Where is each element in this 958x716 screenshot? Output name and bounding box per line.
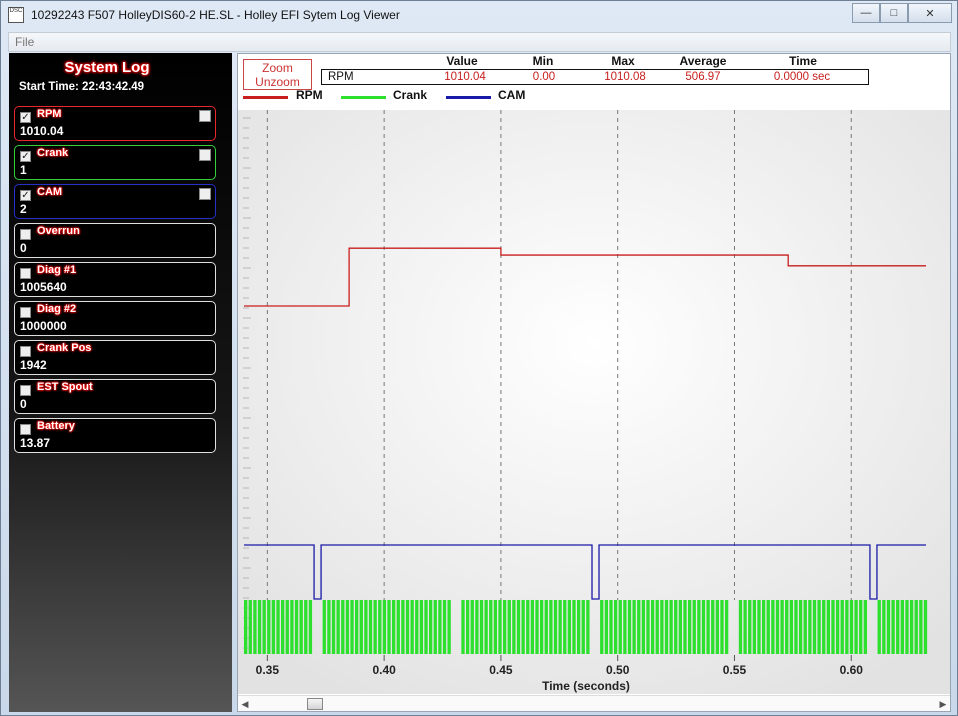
x-axis-label: Time (seconds) — [542, 679, 630, 693]
legend-rpm-swatch — [243, 96, 288, 99]
stats-min: 0.00 — [532, 71, 556, 83]
stats-average: 506.97 — [685, 71, 721, 83]
minimize-icon: — — [860, 7, 872, 19]
scroll-thumb[interactable] — [307, 698, 323, 710]
stats-time: 0.0000 sec — [773, 71, 831, 83]
x-tick-label: 0.60 — [840, 663, 864, 677]
horizontal-scrollbar[interactable]: ◀ ▶ — [238, 695, 950, 711]
channel-axis-checkbox[interactable] — [199, 149, 211, 161]
panel-title: System Log — [64, 59, 150, 76]
channel-name: Battery — [37, 420, 75, 432]
channel-axis-checkbox[interactable] — [199, 110, 211, 122]
channel-checkbox[interactable]: ✓ — [20, 112, 31, 123]
legend-crank-label: Crank — [393, 88, 428, 102]
header-average: Average — [679, 54, 727, 68]
channel-name: EST Spout — [37, 381, 93, 393]
title-bar: DSC 10292243 F507 HolleyDIS60-2 HE.SL - … — [1, 1, 957, 29]
channel-diag-1[interactable]: Diag #1 1005640 — [14, 262, 216, 297]
scroll-left-icon[interactable]: ◀ — [238, 696, 252, 712]
menu-bar: File — [8, 32, 951, 52]
channel-value: 1000000 — [20, 319, 67, 333]
channel-value: 1 — [20, 163, 27, 177]
scroll-right-icon[interactable]: ▶ — [936, 696, 950, 712]
channel-checkbox[interactable]: ✓ — [20, 151, 31, 162]
maximize-icon: □ — [890, 7, 898, 19]
x-tick-label: 0.55 — [723, 663, 747, 677]
channel-value: 2 — [20, 202, 27, 216]
app-window: DSC 10292243 F507 HolleyDIS60-2 HE.SL - … — [0, 0, 958, 716]
header-max: Max — [611, 54, 635, 68]
legend-cam-label: CAM — [498, 88, 526, 102]
menu-file[interactable]: File — [15, 35, 34, 49]
channel-rpm[interactable]: ✓ RPM 1010.04 — [14, 106, 216, 141]
zoom-unzoom-box: Zoom Unzoom — [243, 59, 312, 90]
log-chart[interactable]: 0.35 0.40 0.45 0.50 0.55 0.60 Time (seconds) — [238, 110, 950, 694]
legend-rpm-label: RPM — [296, 88, 323, 102]
channel-checkbox[interactable] — [20, 346, 31, 357]
system-log-panel: System Log Start Time: 22:43:42.49 ✓ RPM 1… — [9, 53, 232, 712]
x-tick-label: 0.50 — [606, 663, 630, 677]
header-min: Min — [532, 54, 554, 68]
channel-overrun[interactable]: Overrun 0 — [14, 223, 216, 258]
channel-name: CAM — [37, 186, 63, 198]
channel-name: Diag #2 — [37, 303, 77, 315]
maximize-button[interactable]: □ — [880, 3, 908, 23]
channel-value: 0 — [20, 241, 27, 255]
channel-value: 0 — [20, 397, 27, 411]
stats-channel: RPM — [328, 71, 354, 83]
channel-diag-2[interactable]: Diag #2 1000000 — [14, 301, 216, 336]
start-time: Start Time: 22:43:42.49 — [19, 81, 145, 93]
channel-est-spout[interactable]: EST Spout 0 — [14, 379, 216, 414]
channel-value: 1005640 — [20, 280, 67, 294]
minimize-button[interactable]: — — [852, 3, 880, 23]
channel-checkbox[interactable] — [20, 385, 31, 396]
x-tick-label: 0.40 — [372, 663, 396, 677]
channel-name: Overrun — [37, 225, 80, 237]
header-value: Value — [446, 54, 478, 68]
channel-checkbox[interactable] — [20, 424, 31, 435]
header-time: Time — [789, 54, 817, 68]
zoom-button[interactable]: Zoom — [244, 61, 311, 75]
window-title: 10292243 F507 HolleyDIS60-2 HE.SL - Holl… — [31, 8, 400, 22]
channel-axis-checkbox[interactable] — [199, 188, 211, 200]
close-button[interactable]: ✕ — [908, 3, 952, 23]
channel-name: RPM — [37, 108, 62, 120]
channel-name: Diag #1 — [37, 264, 77, 276]
channel-cam[interactable]: ✓ CAM 2 — [14, 184, 216, 219]
close-icon: ✕ — [925, 7, 935, 20]
channel-checkbox[interactable] — [20, 268, 31, 279]
channel-checkbox[interactable] — [20, 229, 31, 240]
stats-value: 1010.04 — [444, 71, 486, 83]
channel-name: Crank — [37, 147, 69, 159]
x-tick-label: 0.45 — [489, 663, 513, 677]
stats-max: 1010.08 — [604, 71, 646, 83]
channel-battery[interactable]: Battery 13.87 — [14, 418, 216, 453]
stats-row: RPM 1010.04 0.00 1010.08 506.97 0.0000 s… — [321, 69, 869, 85]
channel-value: 1942 — [20, 358, 47, 372]
channel-value: 13.87 — [20, 436, 51, 450]
channel-crank-pos[interactable]: Crank Pos 1942 — [14, 340, 216, 375]
app-icon: DSC — [8, 7, 24, 23]
channel-checkbox[interactable]: ✓ — [20, 190, 31, 201]
legend-cam-swatch — [446, 96, 491, 99]
channel-name: Crank Pos — [37, 342, 92, 354]
graph-panel: Zoom Unzoom Value Min Max Average Time R… — [237, 53, 951, 712]
channel-checkbox[interactable] — [20, 307, 31, 318]
channel-crank[interactable]: ✓ Crank 1 — [14, 145, 216, 180]
channel-value: 1010.04 — [20, 124, 64, 138]
unzoom-button[interactable]: Unzoom — [244, 75, 311, 89]
x-tick-label: 0.35 — [256, 663, 280, 677]
legend-crank-swatch — [341, 96, 386, 99]
